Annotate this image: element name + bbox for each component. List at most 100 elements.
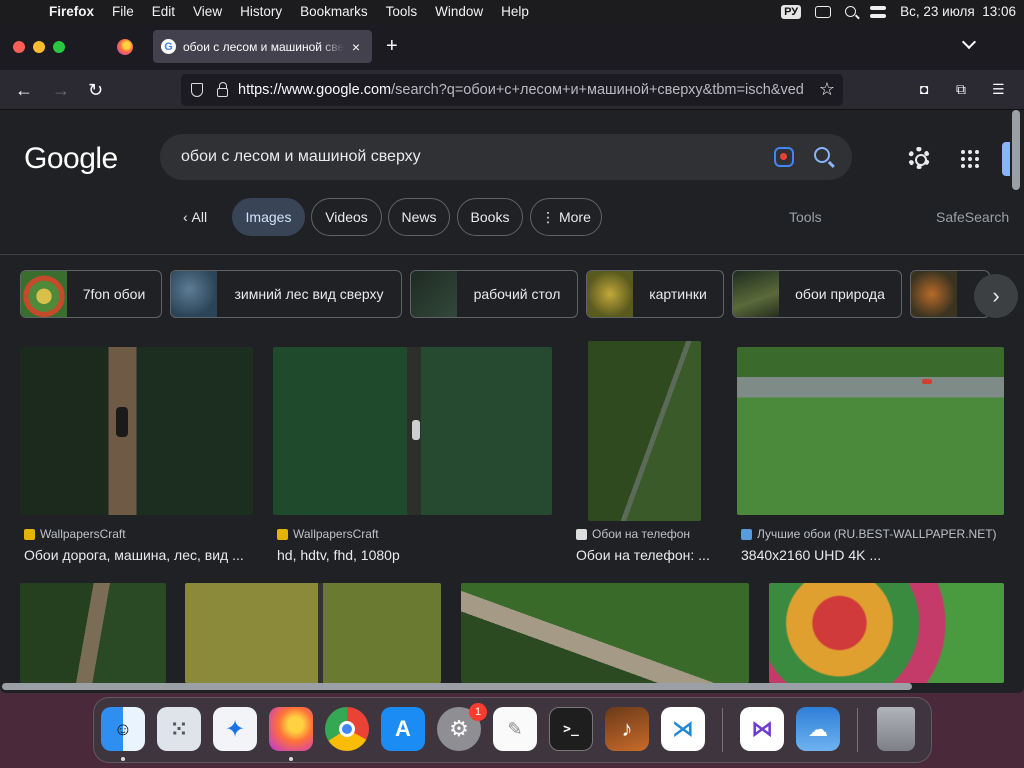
related-chip-nature[interactable]: обои природа (732, 270, 902, 318)
result-image-2[interactable] (273, 347, 552, 515)
related-thumb (171, 271, 217, 317)
menu-view[interactable]: View (184, 4, 231, 19)
tab-all[interactable]: ‹ All (166, 198, 224, 236)
vertical-scrollbar[interactable] (1012, 110, 1020, 190)
menu-tools[interactable]: Tools (377, 4, 427, 19)
tab-books[interactable]: Books (457, 198, 523, 236)
tools-button[interactable]: Tools (789, 209, 822, 225)
result-caption[interactable]: Обои на телефон: ... (576, 547, 710, 563)
header-divider (0, 254, 1024, 255)
related-chip-winter-forest[interactable]: зимний лес вид сверху (170, 270, 402, 318)
result-source[interactable]: WallpapersCraft (24, 527, 126, 541)
result-caption[interactable]: Обои дорога, машина, лес, вид ... (24, 547, 244, 563)
search-icon[interactable] (814, 147, 830, 163)
weather-icon[interactable]: ☁ (796, 707, 840, 751)
navigation-toolbar: ← → ↻ https://www.google.com/search?q=об… (0, 70, 1024, 110)
spotlight-search-icon[interactable] (845, 6, 857, 17)
terminal-icon[interactable]: >_ (549, 707, 593, 751)
safari-icon[interactable]: ✦ (213, 707, 257, 751)
related-thumb (21, 271, 67, 317)
chevron-left-icon: ‹ (182, 209, 192, 225)
tab-videos[interactable]: Videos (311, 198, 382, 236)
result-image-5[interactable] (20, 583, 166, 683)
menu-firefox[interactable]: Firefox (40, 4, 103, 19)
result-source[interactable]: WallpapersCraft (277, 527, 379, 541)
result-image-7[interactable] (461, 583, 749, 683)
chrome-icon[interactable] (325, 707, 369, 751)
tab-google-search[interactable]: G обои с лесом и машиной сверху × (153, 30, 372, 63)
related-thumb (911, 271, 957, 317)
google-lens-camera-icon[interactable] (774, 147, 794, 167)
textedit-icon[interactable]: ✎ (493, 707, 537, 751)
tab-close-icon[interactable]: × (348, 39, 364, 55)
result-image-4[interactable] (737, 347, 1004, 515)
app-store-icon[interactable]: A (381, 707, 425, 751)
input-source-indicator[interactable]: РУ (781, 4, 802, 19)
tab-bar: G обои с лесом и машиной сверху × + (0, 23, 1024, 70)
url-text[interactable]: https://www.google.com/search?q=обои+с+л… (238, 82, 804, 98)
menu-window[interactable]: Window (426, 4, 492, 19)
horizontal-scrollbar[interactable] (2, 683, 912, 690)
result-caption[interactable]: 3840x2160 UHD 4K ... (741, 547, 881, 563)
menu-file[interactable]: File (103, 4, 143, 19)
result-source[interactable]: Лучшие обои (RU.BEST-WALLPAPER.NET) (741, 527, 997, 541)
close-window-button[interactable] (13, 40, 25, 53)
firefox-icon[interactable] (269, 707, 313, 751)
result-caption[interactable]: hd, hdtv, fhd, 1080p (277, 547, 400, 563)
settings-gear-icon[interactable] (908, 147, 930, 169)
google-apps-grid-icon[interactable] (961, 150, 979, 168)
search-input[interactable]: обои с лесом и машиной сверху (160, 134, 852, 180)
trash-icon[interactable] (877, 707, 915, 751)
related-next-chevron-icon[interactable]: › (974, 274, 1018, 318)
search-query-text: обои с лесом и машиной сверху (181, 148, 421, 165)
safesearch-button[interactable]: SafeSearch (936, 209, 1009, 225)
forward-arrow-icon[interactable]: → (52, 80, 70, 101)
reload-icon[interactable]: ↻ (88, 80, 103, 101)
account-avatar[interactable] (1002, 142, 1010, 176)
result-source-label: WallpapersCraft (40, 527, 126, 541)
menu-history[interactable]: History (231, 4, 291, 19)
bookmark-star-icon[interactable]: ☆ (819, 79, 835, 100)
garageband-guitar-icon[interactable]: ♪ (605, 707, 649, 751)
minimize-window-button[interactable] (33, 40, 45, 53)
address-bar[interactable]: https://www.google.com/search?q=обои+с+л… (181, 74, 843, 106)
hamburger-menu-icon[interactable]: ☰ (992, 81, 1005, 98)
extensions-puzzle-icon[interactable]: ⧉ (956, 81, 966, 98)
dock-separator (857, 708, 858, 752)
result-image-1[interactable] (20, 347, 253, 515)
launchpad-icon[interactable]: ⁙ (157, 707, 201, 751)
site-lock-icon[interactable] (217, 81, 228, 97)
vscode-icon[interactable]: ⋊ (661, 707, 705, 751)
menu-help[interactable]: Help (492, 4, 538, 19)
zoom-window-button[interactable] (53, 40, 65, 53)
google-images-page: Google обои с лесом и машиной сверху ‹ A… (0, 110, 1024, 693)
result-image-6[interactable] (185, 583, 441, 683)
visual-studio-icon[interactable]: ⋈ (740, 707, 784, 751)
control-center-icon[interactable] (870, 5, 887, 18)
pocket-icon[interactable]: ◘ (920, 81, 928, 97)
new-tab-button[interactable]: + (386, 35, 398, 58)
result-source[interactable]: Обои на телефон (576, 527, 690, 541)
tab-news[interactable]: News (388, 198, 450, 236)
macos-dock: ☺ ⁙ ✦ A ⚙ 1 ✎ >_ ♪ ⋊ ⋈ ☁ (93, 697, 932, 763)
tab-more[interactable]: ⋮ More (530, 198, 602, 236)
tab-all-label: All (191, 209, 208, 225)
related-chip-pictures[interactable]: картинки (586, 270, 724, 318)
firefox-pinned-tab-icon[interactable] (117, 39, 133, 55)
result-image-8[interactable] (769, 583, 1004, 683)
list-all-tabs-chevron-icon[interactable] (961, 34, 977, 50)
menu-bookmarks[interactable]: Bookmarks (291, 4, 377, 19)
tracking-protection-shield-icon[interactable] (191, 83, 203, 97)
menu-edit[interactable]: Edit (143, 4, 184, 19)
search-filter-bar: ‹ All Images Videos News Books ⋮ More To… (0, 198, 1024, 240)
finder-icon[interactable]: ☺ (101, 707, 145, 751)
best-wallpaper-favicon-icon (741, 528, 752, 540)
result-image-3[interactable] (588, 341, 701, 521)
back-arrow-icon[interactable]: ← (15, 80, 33, 101)
menu-clock[interactable]: Вс, 23 июля 13:06 (900, 4, 1016, 19)
display-mirror-icon[interactable] (815, 5, 832, 18)
related-chip-7fon[interactable]: 7fon обои (20, 270, 162, 318)
google-logo[interactable]: Google (24, 142, 118, 176)
tab-images[interactable]: Images (232, 198, 305, 236)
related-chip-desktop[interactable]: рабочий стол (410, 270, 578, 318)
